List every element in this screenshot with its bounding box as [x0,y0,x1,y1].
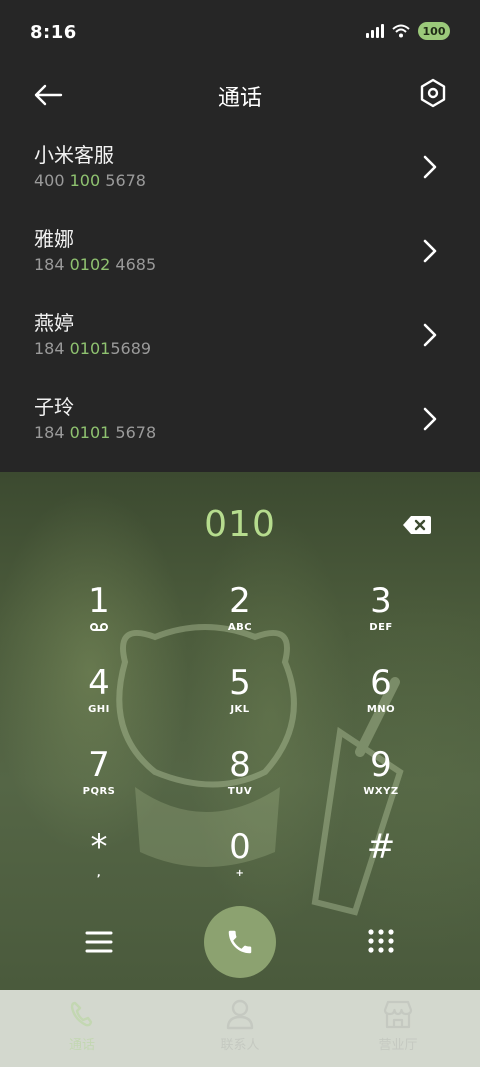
menu-button[interactable] [84,929,114,955]
contact-name: 小米客服 [34,143,114,167]
tab-label: 通话 [68,1038,95,1053]
key-star[interactable]: *, [39,828,159,898]
backspace-icon [403,516,431,534]
tab-label: 联系人 [220,1038,260,1053]
chevron-right-icon[interactable] [420,321,440,349]
chevron-right-icon[interactable] [420,153,440,181]
dialpad-icon [368,929,394,953]
voicemail-icon [39,622,159,636]
settings-button[interactable] [416,76,450,110]
contact-name: 雅娜 [34,227,74,251]
phone-icon [70,1001,93,1027]
call-button[interactable] [204,906,276,978]
contact-name: 子玲 [34,395,74,419]
bottom-tab-bar: 通话 联系人 营业厅 [0,990,480,1067]
key-9[interactable]: 9 WXYZ [321,746,441,816]
search-results-list: 小米客服 400 100 5678 雅娜 184 0102 4685 燕婷 18… [0,125,480,461]
contact-number: 184 0102 4685 [34,255,157,274]
key-1[interactable]: 1 [39,582,159,652]
key-4[interactable]: 4 GHI [39,664,159,734]
result-row[interactable]: 燕婷 184 01015689 [0,293,480,377]
battery-icon: 100 [418,22,450,40]
key-6[interactable]: 6 MNO [321,664,441,734]
title-bar: 通话 [0,68,480,124]
key-7[interactable]: 7 PQRS [39,746,159,816]
dialer-actions [0,902,480,982]
page-title: 通话 [217,86,262,111]
key-2[interactable]: 2 ABC [180,582,300,652]
tab-calls[interactable]: 通话 [22,998,142,1053]
key-hash[interactable]: # [321,828,441,898]
chevron-right-icon[interactable] [420,405,440,433]
status-bar: 8:16 100 [0,0,480,68]
contact-number: 184 01015689 [34,339,152,358]
keypad-toggle-button[interactable] [366,927,396,957]
tab-label: 营业厅 [378,1038,418,1053]
key-3[interactable]: 3 DEF [321,582,441,652]
store-icon [383,1000,413,1029]
phone-icon [228,930,252,954]
delete-button[interactable] [402,514,432,536]
contact-name: 燕婷 [34,311,74,335]
tab-contacts[interactable]: 联系人 [180,998,300,1053]
key-0[interactable]: 0 + [180,828,300,898]
key-8[interactable]: 8 TUV [180,746,300,816]
key-5[interactable]: 5 JKL [180,664,300,734]
dialer-panel: 010 1 2ABC 3DEF 4GHI 5JKL 6MNO 7PQ [0,472,480,990]
person-icon [226,999,254,1030]
status-icons: 100 [366,22,450,40]
wifi-icon [392,24,410,38]
settings-hexagon-icon [420,78,446,108]
result-row[interactable]: 小米客服 400 100 5678 [0,125,480,209]
result-row[interactable]: 雅娜 184 0102 4685 [0,209,480,293]
contact-number: 184 0101 5678 [34,423,157,442]
chevron-right-icon[interactable] [420,237,440,265]
menu-icon [85,931,113,953]
tab-store[interactable]: 营业厅 [338,998,458,1053]
status-time: 8:16 [30,22,77,43]
contact-number: 400 100 5678 [34,171,146,190]
signal-icon [366,24,384,38]
result-row[interactable]: 子玲 184 0101 5678 [0,377,480,461]
